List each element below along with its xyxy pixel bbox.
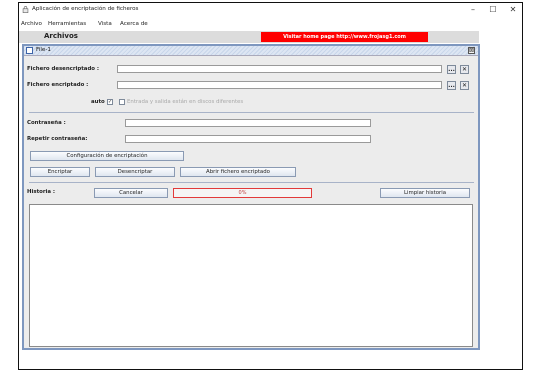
frame-icon — [26, 47, 33, 54]
title-bar: Aplicación de encriptación de ficheros –… — [19, 3, 522, 16]
file-internal-frame: File-1 ⊠ Fichero desencriptado : ... ✕ F… — [22, 44, 480, 350]
clear-history-button[interactable]: Limpiar historia — [380, 188, 470, 198]
auto-checkbox[interactable]: ✓ — [107, 99, 113, 105]
menu-herramientas[interactable]: Herramientas — [48, 21, 86, 27]
menu-vista[interactable]: Vista — [98, 21, 112, 27]
archivos-label: Archivos — [44, 32, 78, 40]
separator — [29, 112, 474, 113]
lock-icon — [22, 6, 29, 13]
clear-encrypted-button[interactable]: ✕ — [460, 81, 469, 90]
minimize-button[interactable]: – — [466, 4, 480, 15]
different-disks-label: Entrada y salida están en discos diferen… — [127, 99, 244, 105]
close-button[interactable]: ✕ — [506, 4, 520, 15]
encrypt-button[interactable]: Encriptar — [30, 167, 90, 177]
decrypted-file-input[interactable] — [117, 65, 442, 73]
password-input[interactable] — [125, 119, 371, 127]
menu-bar: Archivo Herramientas Vista Acerca de — [19, 21, 522, 30]
auto-label: auto — [91, 99, 105, 105]
cancel-button[interactable]: Cancelar — [94, 188, 168, 198]
password-label: Contraseña : — [27, 120, 66, 126]
internal-frame-title: File-1 — [36, 47, 51, 53]
progress-bar: 0% — [173, 188, 312, 198]
home-page-link[interactable]: Visitar home page http://www.frojasg1.co… — [261, 32, 428, 42]
window-title: Aplicación de encriptación de ficheros — [32, 6, 139, 12]
archivos-bar: Archivos Visitar home page http://www.fr… — [19, 31, 479, 43]
encrypted-file-input[interactable] — [117, 81, 442, 89]
maximize-button[interactable]: ☐ — [486, 4, 500, 15]
internal-frame-close-button[interactable]: ⊠ — [468, 47, 475, 54]
history-text-area[interactable] — [29, 204, 473, 347]
repeat-password-label: Repetir contraseña: — [27, 136, 88, 142]
open-encrypted-file-button[interactable]: Abrir fichero encriptado — [180, 167, 296, 177]
encrypted-file-label: Fichero encriptado : — [27, 82, 89, 88]
decrypted-file-label: Fichero desencriptado : — [27, 66, 100, 72]
different-disks-checkbox[interactable] — [119, 99, 125, 105]
repeat-password-input[interactable] — [125, 135, 371, 143]
menu-archivo[interactable]: Archivo — [21, 21, 42, 27]
internal-frame-title-bar[interactable]: File-1 ⊠ — [24, 46, 478, 56]
history-label: Historia : — [27, 189, 56, 195]
clear-decrypted-button[interactable]: ✕ — [460, 65, 469, 74]
menu-acerca-de[interactable]: Acerca de — [120, 21, 148, 27]
separator — [29, 182, 474, 183]
browse-decrypted-button[interactable]: ... — [447, 65, 456, 74]
encryption-config-button[interactable]: Configuración de encriptación — [30, 151, 184, 161]
app-window: Aplicación de encriptación de ficheros –… — [18, 2, 523, 370]
browse-encrypted-button[interactable]: ... — [447, 81, 456, 90]
decrypt-button[interactable]: Desencriptar — [95, 167, 175, 177]
